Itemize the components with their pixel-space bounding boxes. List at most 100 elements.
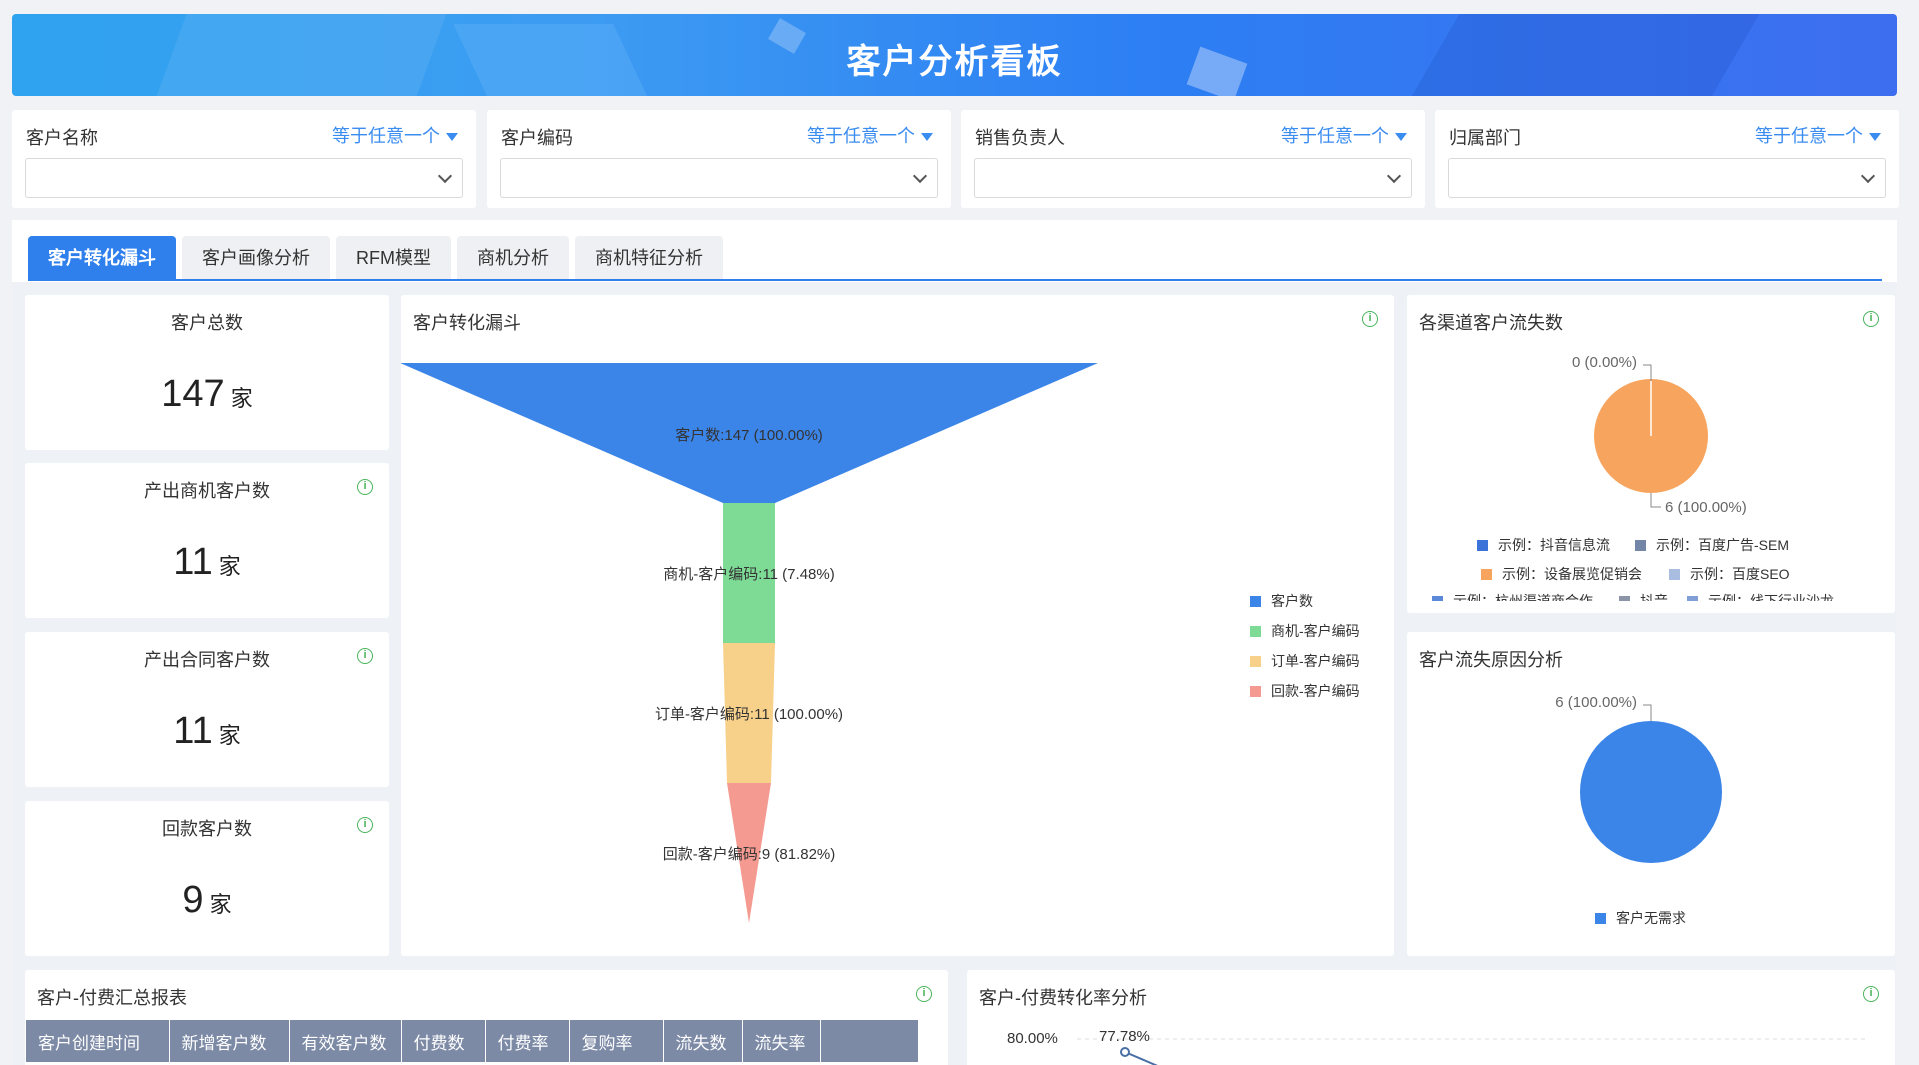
data-label: 77.78%: [1099, 1028, 1150, 1045]
kpi-title: 回款客户数: [162, 819, 252, 839]
filter-operator-dropdown[interactable]: 等于任意一个: [807, 122, 933, 148]
column-header: [820, 1020, 919, 1062]
legend-swatch: [1250, 596, 1261, 607]
info-icon[interactable]: i: [916, 986, 932, 1002]
legend-swatch: [1432, 596, 1443, 601]
column-header[interactable]: 流失数: [663, 1020, 743, 1062]
legend-item[interactable]: 示例：杭州渠道商合作: [1432, 591, 1593, 601]
filter-customer-name: 客户名称 等于任意一个: [12, 110, 476, 208]
kpi-value: 11 家: [173, 710, 241, 752]
card-title: 客户-付费汇总报表: [37, 988, 187, 1008]
legend-swatch: [1619, 596, 1630, 601]
filter-label: 归属部门: [1449, 128, 1521, 148]
chevron-down-icon: [1386, 168, 1402, 184]
column-header[interactable]: 付费率: [485, 1020, 570, 1062]
column-header[interactable]: 有效客户数: [289, 1020, 402, 1062]
pie-label: 6 (100.00%): [1555, 694, 1637, 711]
tab-opportunity-analysis[interactable]: 商机分析: [457, 236, 569, 280]
filter-sales-owner: 销售负责人 等于任意一个: [961, 110, 1425, 208]
filter-operator-dropdown[interactable]: 等于任意一个: [332, 122, 458, 148]
filter-customer-code: 客户编码 等于任意一个: [487, 110, 951, 208]
label-leader-line: [1643, 364, 1652, 381]
funnel-stage-label: 商机-客户编码:11 (7.48%): [663, 566, 834, 583]
legend-item[interactable]: 示例：线下行业沙龙: [1687, 591, 1834, 601]
legend-item[interactable]: 示例：百度广告-SEM: [1635, 535, 1789, 555]
kpi-title: 客户总数: [171, 313, 243, 333]
tab-rfm-model[interactable]: RFM模型: [336, 236, 451, 280]
funnel-card: 客户转化漏斗 i 客户数:147 (100.00%) 商机-客户编码:11 (7.…: [401, 295, 1394, 956]
legend-item[interactable]: 回款-客户编码: [1250, 681, 1360, 701]
filter-operator-dropdown[interactable]: 等于任意一个: [1281, 122, 1407, 148]
column-header[interactable]: 新增客户数: [169, 1020, 290, 1062]
kpi-card-total-customers: 客户总数 147 家: [25, 295, 389, 450]
conversion-rate-card: 客户-付费转化率分析 i 80.00% 77.78%: [967, 970, 1895, 1065]
column-header[interactable]: 复购率: [569, 1020, 664, 1062]
legend-swatch: [1477, 540, 1488, 551]
column-header[interactable]: 客户创建时间: [26, 1020, 170, 1062]
filter-value-select[interactable]: [1448, 158, 1886, 198]
churn-channel-card: 各渠道客户流失数 i 0 (0.00%) 6 (100.00%) 示例：抖音信息…: [1407, 295, 1895, 613]
legend-swatch: [1481, 569, 1492, 580]
filter-operator-dropdown[interactable]: 等于任意一个: [1755, 122, 1881, 148]
kpi-title: 产出合同客户数: [144, 650, 270, 670]
tab-underline: [28, 279, 1882, 281]
pie-label: 0 (0.00%): [1572, 354, 1637, 371]
kpi-value: 11 家: [173, 541, 241, 583]
funnel-stage-label: 订单-客户编码:11 (100.00%): [655, 706, 843, 723]
info-icon[interactable]: i: [357, 479, 373, 495]
info-icon[interactable]: i: [357, 648, 373, 664]
series-line: [1124, 1051, 1158, 1065]
legend-item[interactable]: 客户无需求: [1595, 908, 1686, 928]
label-leader-line: [1643, 704, 1652, 721]
legend-swatch: [1635, 540, 1646, 551]
data-point: [1120, 1047, 1130, 1057]
filter-value-select[interactable]: [500, 158, 938, 198]
legend-item[interactable]: 示例：抖音信息流: [1477, 535, 1610, 555]
legend-item[interactable]: 抖音: [1619, 591, 1668, 601]
kpi-card-contract-customers: 产出合同客户数 i 11 家: [25, 632, 389, 787]
legend-item[interactable]: 客户数: [1250, 591, 1313, 611]
chevron-down-icon: [1860, 168, 1876, 184]
summary-table: 客户创建时间 新增客户数 有效客户数 付费数 付费率 复购率 流失数 流失率: [26, 1020, 919, 1062]
legend-overflow-row: 示例：杭州渠道商合作 抖音 示例：线下行业沙龙: [1407, 591, 1895, 601]
legend-item[interactable]: 商机-客户编码: [1250, 621, 1360, 641]
kpi-title: 产出商机客户数: [144, 481, 270, 501]
funnel-stage-label: 客户数:147 (100.00%): [675, 427, 823, 444]
legend-item[interactable]: 示例：百度SEO: [1669, 564, 1790, 584]
legend-swatch: [1669, 569, 1680, 580]
page-title: 客户分析看板: [846, 43, 1063, 81]
tab-opportunity-features[interactable]: 商机特征分析: [575, 236, 723, 280]
info-icon[interactable]: i: [357, 817, 373, 833]
filter-value-select[interactable]: [974, 158, 1412, 198]
column-header[interactable]: 流失率: [742, 1020, 821, 1062]
conversion-line-chart: 80.00% 77.78%: [1007, 1028, 1867, 1065]
filter-label: 销售负责人: [975, 128, 1065, 148]
legend-item[interactable]: 示例：设备展览促销会: [1481, 564, 1642, 584]
legend-item[interactable]: 订单-客户编码: [1250, 651, 1360, 671]
funnel-stage-label: 回款-客户编码:9 (81.82%): [663, 846, 836, 863]
tab-bar: 客户转化漏斗 客户画像分析 RFM模型 商机分析 商机特征分析: [28, 236, 723, 280]
kpi-value: 147 家: [161, 373, 253, 415]
column-header[interactable]: 付费数: [401, 1020, 486, 1062]
filter-value-select[interactable]: [25, 158, 463, 198]
filter-department: 归属部门 等于任意一个: [1435, 110, 1899, 208]
pie-slice[interactable]: [1580, 721, 1722, 863]
chevron-down-icon: [912, 168, 928, 184]
funnel-chart: 客户数:147 (100.00%) 商机-客户编码:11 (7.48%) 订单-客户…: [401, 363, 1098, 923]
legend-swatch: [1250, 686, 1261, 697]
tab-conversion-funnel[interactable]: 客户转化漏斗: [28, 236, 176, 280]
tab-customer-profile[interactable]: 客户画像分析: [182, 236, 330, 280]
chevron-down-icon: [437, 168, 453, 184]
caret-down-icon: [1395, 133, 1407, 142]
caret-down-icon: [921, 133, 933, 142]
kpi-card-payment-customers: 回款客户数 i 9家: [25, 801, 389, 956]
caret-down-icon: [446, 133, 458, 142]
label-leader-line: [1650, 493, 1661, 508]
churn-reason-card: 客户流失原因分析 6 (100.00%) 客户无需求: [1407, 632, 1895, 956]
header-banner: 客户分析看板: [12, 14, 1897, 96]
y-tick-label: 80.00%: [1007, 1030, 1058, 1047]
kpi-card-opportunity-customers: 产出商机客户数 i 11 家: [25, 463, 389, 618]
table-header-row: 客户创建时间 新增客户数 有效客户数 付费数 付费率 复购率 流失数 流失率: [26, 1020, 919, 1062]
legend-swatch: [1250, 656, 1261, 667]
legend-swatch: [1687, 596, 1698, 601]
